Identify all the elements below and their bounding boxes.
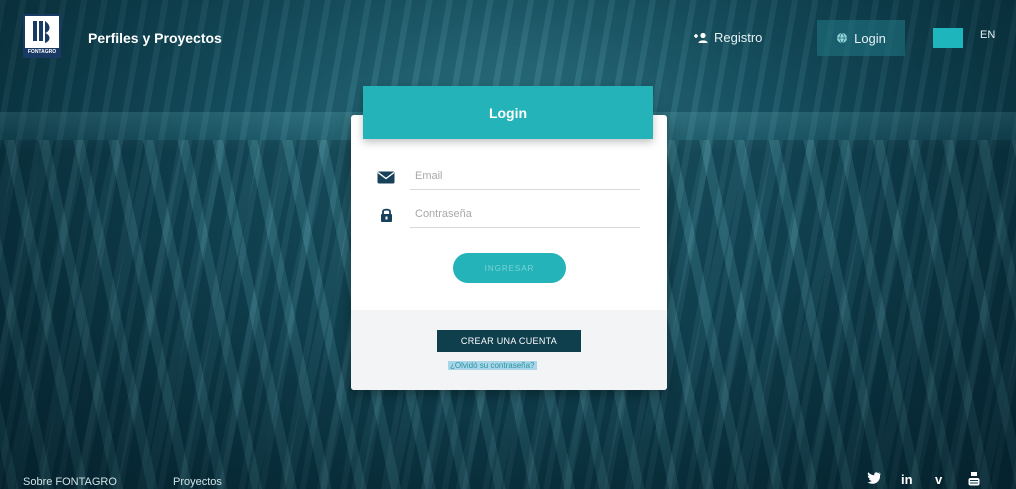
wheat-icon [33, 21, 50, 43]
envelope-icon [375, 171, 397, 184]
login-card-title: Login [363, 86, 653, 139]
forgot-password-link[interactable]: ¿Olvidó su contraseña? [448, 361, 537, 370]
language-es-button[interactable]: ES [933, 28, 963, 48]
lock-icon [375, 207, 397, 223]
ingresar-button[interactable]: INGRESAR [453, 253, 566, 283]
create-account-button[interactable]: CREAR UNA CUENTA [437, 330, 581, 352]
top-navbar: FONTAGRO Perfiles y Proyectos Registro L… [0, 0, 1016, 70]
nav-login-link[interactable]: Login [817, 20, 905, 56]
linkedin-icon[interactable]: in [901, 472, 913, 487]
add-user-icon [694, 32, 708, 43]
vimeo-icon[interactable]: v [935, 472, 942, 487]
password-input[interactable] [415, 204, 635, 224]
email-underline [410, 189, 640, 190]
fontagro-logo[interactable]: FONTAGRO [23, 14, 61, 58]
login-label: Login [854, 30, 886, 46]
email-input[interactable] [415, 166, 635, 186]
site-title[interactable]: Perfiles y Proyectos [88, 30, 222, 46]
twitter-icon[interactable] [867, 472, 881, 484]
footer-link-proyectos[interactable]: Proyectos [173, 476, 222, 488]
youtube-icon[interactable] [968, 472, 980, 486]
registro-label: Registro [714, 30, 763, 45]
globe-icon [837, 32, 848, 44]
language-en-button[interactable]: EN [980, 29, 995, 41]
footer-link-sobre-fontagro[interactable]: Sobre FONTAGRO [23, 476, 117, 488]
nav-registro-link[interactable]: Registro [692, 30, 762, 45]
email-field [375, 164, 640, 190]
password-underline [410, 227, 640, 228]
password-field [375, 202, 640, 228]
logo-text: FONTAGRO [25, 48, 59, 56]
